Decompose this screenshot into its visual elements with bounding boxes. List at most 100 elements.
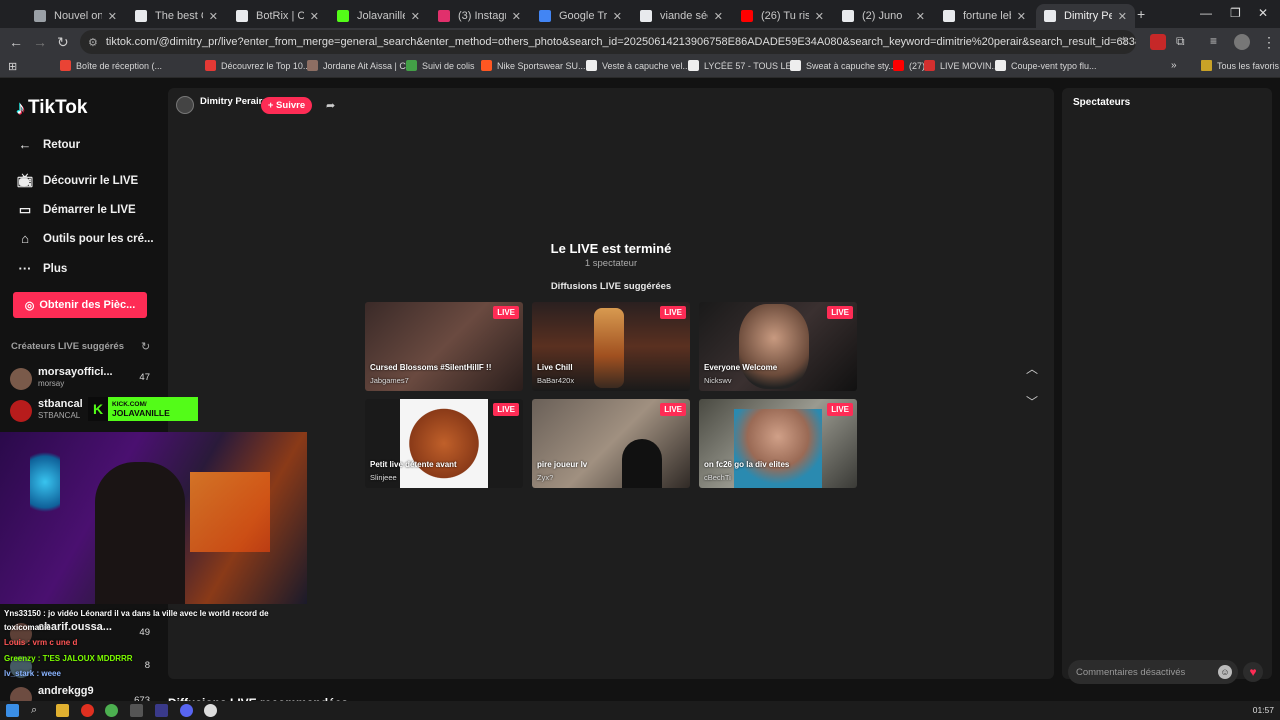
live-ended-title: Le LIVE est terminé [550, 241, 672, 256]
forward-arrow-icon[interactable]: → [33, 34, 47, 50]
close-tab-icon[interactable]: ✕ [815, 10, 824, 23]
bookmark-item[interactable]: Jordane Ait Aissa | C... [307, 60, 413, 71]
nav-creator-tools[interactable]: ⌂ Outils pour les cré... [16, 231, 154, 246]
bookmark-favicon-icon [995, 60, 1006, 71]
emoji-icon[interactable]: ☺ [1218, 665, 1232, 679]
heart-icon[interactable]: ♥ [1243, 662, 1263, 682]
maximize-icon[interactable]: ❐ [1230, 6, 1241, 20]
site-info-icon[interactable]: ⚙ [88, 36, 98, 49]
chat-line: Yns33150 : jo vidéo Léonard il va dans l… [4, 609, 269, 618]
windows-start-icon[interactable] [6, 704, 19, 717]
get-coins-button[interactable]: ◎ Obtenir des Pièc... [13, 292, 147, 318]
browser-tab[interactable]: Nouvel onglet✕ [26, 4, 125, 28]
bookmark-item[interactable]: (27) [893, 60, 925, 71]
tab-favicon-icon [1044, 10, 1056, 22]
extensions-puzzle-icon[interactable]: ⧉ [1176, 34, 1185, 49]
chat-line: lv_stark : weee [4, 669, 61, 678]
extension-icon[interactable] [1150, 34, 1166, 50]
folder-icon [1201, 60, 1212, 71]
close-tab-icon[interactable]: ✕ [411, 10, 420, 23]
all-bookmarks-link[interactable]: Tous les favoris [1201, 60, 1279, 71]
kick-overlay: K KICK.COM/JOLAVANILLE [88, 397, 198, 421]
nav-more[interactable]: ··· Plus [16, 261, 68, 276]
search-icon[interactable]: ⌕ [31, 704, 44, 717]
bookmark-item[interactable]: LYCÉE 57 - TOUS LE... [688, 60, 799, 71]
browser-tab[interactable]: The best Chatb✕ [127, 4, 226, 28]
tab-favicon-icon [539, 10, 551, 22]
close-tab-icon[interactable]: ✕ [714, 10, 723, 23]
share-icon[interactable]: ➦ [326, 99, 335, 112]
close-tab-icon[interactable]: ✕ [512, 10, 521, 23]
creator-item[interactable]: morsayoffici... morsay 47 [10, 366, 155, 394]
browser-toolbar: ← → ↻ ⚙ tiktok.com/@dimitry_pr/live?ente… [0, 28, 1280, 56]
address-bar[interactable]: ⚙ tiktok.com/@dimitry_pr/live?enter_from… [80, 30, 1136, 54]
comment-input[interactable]: Commentaires désactivés ☺ [1068, 660, 1238, 684]
menu-dots-icon[interactable]: ⋮ [1262, 34, 1276, 51]
more-bookmarks-icon[interactable]: » [1171, 60, 1177, 71]
live-card[interactable]: LIVE on fc26 go la div elites cBechTi [699, 399, 857, 488]
minimize-icon[interactable]: — [1200, 6, 1212, 20]
tiktok-logo[interactable]: ♪ TikTok [16, 97, 87, 119]
live-card[interactable]: LIVE Cursed Blossoms #SilentHillF !! Jab… [365, 302, 523, 391]
browser-tab[interactable]: viande séchée✕ [632, 4, 731, 28]
obs-icon[interactable] [130, 704, 143, 717]
bookmark-item[interactable]: Découvrez le Top 10... [205, 60, 310, 71]
tab-favicon-icon [337, 10, 349, 22]
browser-tab[interactable]: fortune lebron✕ [935, 4, 1034, 28]
back-arrow-icon[interactable]: ← [9, 34, 23, 50]
host-info[interactable]: Dimitry Peraire [176, 96, 268, 114]
browser-tab[interactable]: Google Traduc✕ [531, 4, 630, 28]
live-tv-icon: 📺︎ [16, 173, 34, 188]
opera-icon[interactable] [81, 704, 94, 717]
close-tab-icon[interactable]: ✕ [1017, 10, 1026, 23]
browser-tab[interactable]: Dimitry Perair✕ [1036, 4, 1135, 28]
browser-tab[interactable]: (3) Instagram✕ [430, 4, 529, 28]
nav-start-live[interactable]: ▭ Démarrer le LIVE [16, 202, 136, 218]
close-tab-icon[interactable]: ✕ [209, 10, 218, 23]
app-icon[interactable] [155, 704, 168, 717]
close-tab-icon[interactable]: ✕ [310, 10, 319, 23]
close-window-icon[interactable]: ✕ [1258, 6, 1268, 20]
webcam-overlay [0, 432, 307, 604]
nav-discover-live[interactable]: 📺︎ Découvrir le LIVE [16, 173, 139, 189]
chevron-up-icon[interactable]: ︿ [1026, 360, 1038, 377]
bookmark-item[interactable]: Coupe-vent typo flu... [995, 60, 1097, 71]
tab-search-icon[interactable]: ≡ [1210, 34, 1217, 48]
host-name[interactable]: Dimitry Peraire [200, 96, 268, 107]
back-arrow-icon: ← [18, 137, 32, 152]
back-link[interactable]: ← Retour [16, 137, 81, 152]
close-tab-icon[interactable]: ✕ [108, 10, 117, 23]
live-card[interactable]: LIVE Petit live détente avant Slinjeee [365, 399, 523, 488]
apps-grid-icon[interactable]: ⊞ [8, 60, 17, 73]
chrome-icon[interactable] [105, 704, 118, 717]
live-card[interactable]: LIVE pire joueur lv Zyx? [532, 399, 690, 488]
bookmark-item[interactable]: Suivi de colis [406, 60, 475, 71]
bookmark-item[interactable]: LIVE MOVIN... [924, 60, 999, 71]
refresh-icon[interactable]: ↻ [141, 340, 150, 353]
tab-favicon-icon [640, 10, 652, 22]
browser-tab[interactable]: BotRix | Cadeau✕ [228, 4, 327, 28]
profile-avatar[interactable] [1234, 34, 1250, 50]
file-explorer-icon[interactable] [56, 704, 69, 717]
bookmark-item[interactable]: Veste à capuche vel... [586, 60, 690, 71]
discord-icon[interactable] [180, 704, 193, 717]
app-icon[interactable] [204, 704, 217, 717]
close-tab-icon[interactable]: ✕ [613, 10, 622, 23]
bookmark-item[interactable]: Sweat à capuche sty... [790, 60, 896, 71]
chevron-down-icon[interactable]: ﹀ [1026, 393, 1038, 410]
live-card[interactable]: LIVE Live Chill BaBar420x [532, 302, 690, 391]
browser-tab[interactable]: (2) Juno ✕ [834, 4, 933, 28]
follow-button[interactable]: + Suivre [261, 97, 312, 114]
close-tab-icon[interactable]: ✕ [1118, 10, 1127, 23]
bookmark-item[interactable]: Nike Sportswear SU... [481, 60, 586, 71]
live-card[interactable]: LIVE Everyone Welcome Nickswv [699, 302, 857, 391]
bookmark-star-icon[interactable]: ☆ [1118, 34, 1129, 48]
close-tab-icon[interactable]: ✕ [916, 10, 925, 23]
bookmark-item[interactable]: Boîte de réception (... [60, 60, 162, 71]
browser-tab[interactable]: (26) Tu risques✕ [733, 4, 832, 28]
browser-tab[interactable]: Jolavanille Stre✕ [329, 4, 428, 28]
kick-logo-icon: K [88, 397, 108, 421]
host-avatar[interactable] [176, 96, 194, 114]
reload-icon[interactable]: ↻ [57, 34, 69, 51]
new-tab-button[interactable]: + [1137, 6, 1145, 22]
